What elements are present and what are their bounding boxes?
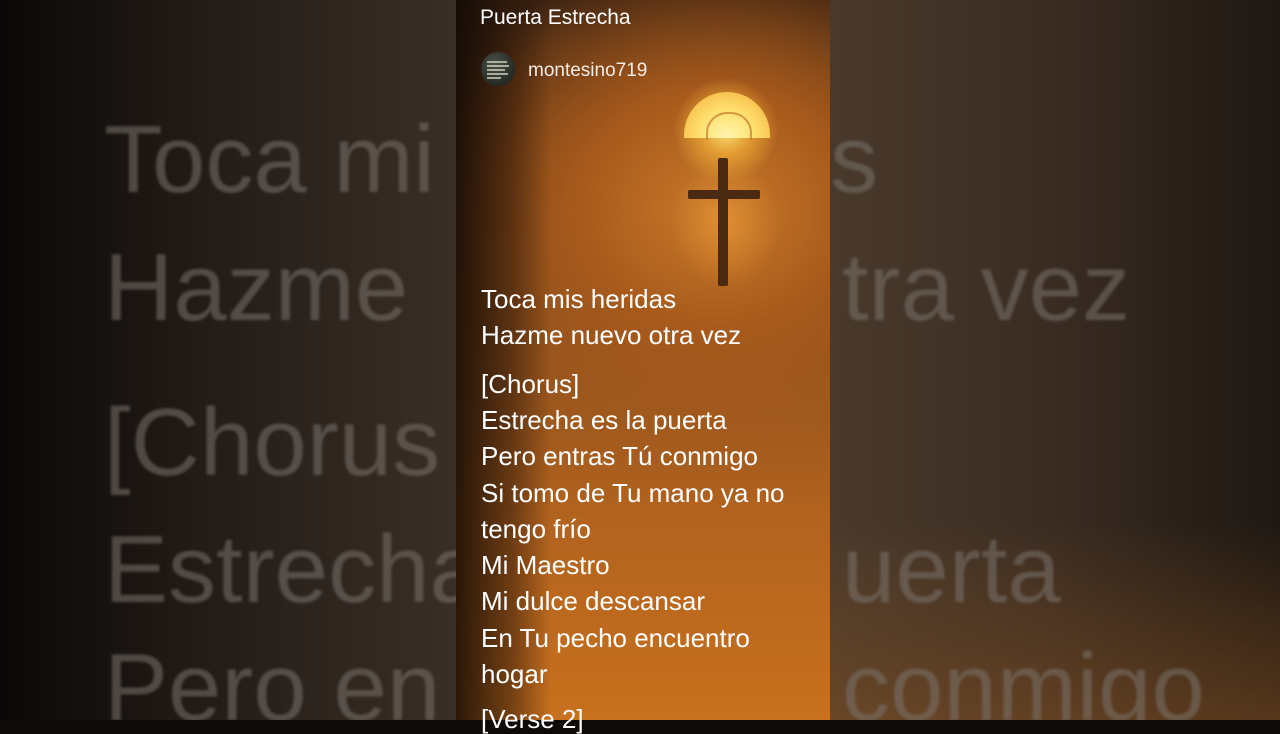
lyric-section-label: [Chorus] [481, 369, 580, 399]
lyric-line: Hazme nuevo otra vez [481, 320, 742, 350]
crucifix-crossbar [688, 190, 760, 199]
lyric-line: Mi Maestro [481, 550, 610, 580]
lyric-line: Mi dulce descansar [481, 586, 705, 616]
background-text-line: [Chorus [104, 389, 441, 496]
background-text-line: Estrecha [104, 516, 483, 623]
lyric-section-label: [Verse 2] [481, 704, 584, 734]
background-text-line: s [830, 106, 878, 213]
avatar[interactable] [481, 52, 515, 86]
lyric-line: Si tomo de Tu mano ya no [481, 478, 785, 508]
background-text-line: tra vez [842, 234, 1131, 341]
background-text-line: uerta [842, 516, 1061, 623]
video-title[interactable]: Puerta Estrecha [480, 6, 631, 30]
lyric-line: En Tu pecho encuentro [481, 623, 750, 653]
background-text-line: Toca mi [104, 106, 435, 213]
lyric-line: tengo frío [481, 514, 591, 544]
lyric-line: hogar [481, 659, 548, 689]
lyric-line: Toca mis heridas [481, 284, 677, 314]
crucifix-icon [718, 158, 728, 286]
channel-name[interactable]: montesino719 [528, 60, 647, 82]
lyric-line: Estrecha es la puerta [481, 405, 727, 435]
background-text-line: Pero en [104, 634, 441, 721]
background-text-line: conmigo [842, 634, 1205, 721]
background-text-line: Hazme [104, 234, 409, 341]
lyric-line: Pero entras Tú conmigo [481, 441, 758, 471]
